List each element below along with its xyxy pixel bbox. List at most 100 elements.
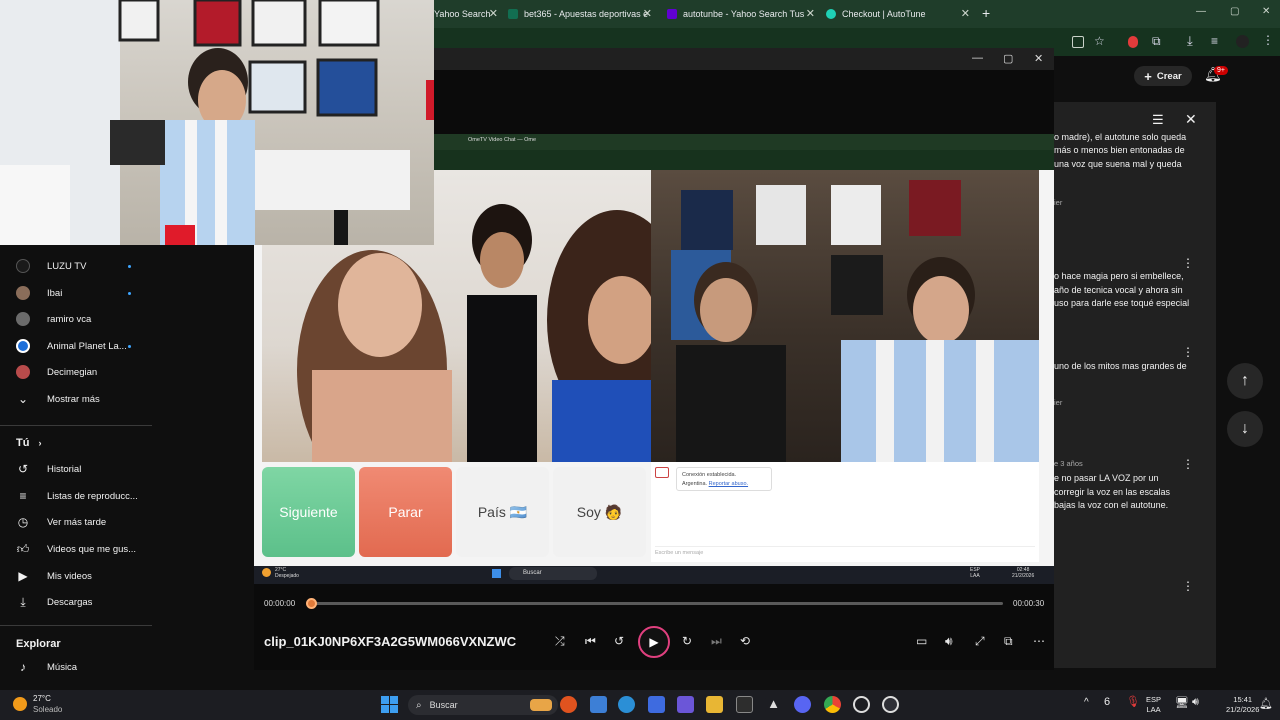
- country-button[interactable]: País 🇦🇷: [456, 467, 549, 557]
- copilot-icon[interactable]: [648, 696, 665, 713]
- create-button[interactable]: + Crear: [1134, 66, 1192, 86]
- repeat-off-icon[interactable]: ⟲: [740, 634, 750, 648]
- terminal-icon[interactable]: [736, 696, 753, 713]
- sidebar-item-music[interactable]: ♪ Música: [16, 658, 77, 676]
- media-player-taskbar-icon[interactable]: [882, 696, 899, 713]
- subscription-decimegian[interactable]: Decimegian: [16, 363, 97, 381]
- scroll-up-button[interactable]: ↑: [1227, 363, 1263, 399]
- chat-message-input[interactable]: Escribe un mensaje: [655, 546, 1035, 558]
- show-more-button[interactable]: ⌄ Mostrar más: [16, 390, 100, 408]
- sidebar-item-playlists[interactable]: ≡ Listas de reproducc...: [16, 487, 137, 505]
- reply-label[interactable]: ier: [1054, 198, 1062, 207]
- tab-autotunbe[interactable]: autotunbe - Yahoo Search Tus ✕: [667, 4, 815, 24]
- plus-icon: +: [1144, 68, 1152, 84]
- volume-icon[interactable]: 🔊︎: [1192, 696, 1199, 709]
- gender-button[interactable]: Soy 🧑: [553, 467, 646, 557]
- close-tab-icon[interactable]: ✕: [961, 7, 970, 20]
- fullscreen-icon[interactable]: ⤢: [975, 634, 985, 649]
- file-explorer-icon[interactable]: [706, 696, 723, 713]
- live-indicator: [128, 265, 131, 268]
- settings-gear-icon[interactable]: [853, 696, 870, 713]
- next-button[interactable]: Siguiente: [262, 467, 355, 557]
- sidebar-item-watch-later[interactable]: ◷ Ver más tarde: [16, 513, 106, 531]
- download-icon[interactable]: ⤓: [1187, 33, 1193, 49]
- forward-icon[interactable]: ↻: [682, 634, 692, 648]
- tab-checkout-autotune[interactable]: Checkout | AutoTune ✕: [826, 4, 970, 24]
- maximize-icon[interactable]: ▢: [1230, 6, 1239, 17]
- close-tab-icon[interactable]: ✕: [643, 7, 652, 20]
- edge-browser-icon[interactable]: [618, 696, 635, 713]
- comment-menu-icon[interactable]: ⋮: [1182, 579, 1194, 593]
- shuffle-icon[interactable]: ⤮: [555, 634, 565, 649]
- stop-button[interactable]: Parar: [359, 467, 452, 557]
- profile-avatar[interactable]: [1236, 35, 1249, 48]
- next-track-icon[interactable]: ⏭: [711, 634, 722, 649]
- chrome-icon[interactable]: [824, 696, 841, 713]
- play-button[interactable]: ▶: [638, 626, 670, 658]
- close-tab-icon[interactable]: ✕: [806, 7, 815, 20]
- microphone-icon[interactable]: 🎙︎: [1126, 695, 1140, 708]
- close-window-icon[interactable]: ✕: [1034, 52, 1043, 65]
- bet365-favicon-icon: [508, 9, 518, 19]
- own-camera-image: [671, 180, 1039, 462]
- report-abuse-link[interactable]: Reportar abuso.: [709, 481, 748, 487]
- close-tab-icon[interactable]: ✕: [489, 7, 498, 20]
- more-options-icon[interactable]: ⋯: [1033, 634, 1045, 648]
- volume-icon[interactable]: 🔊︎: [945, 634, 953, 649]
- sidebar-item-my-videos[interactable]: ▶ Mis videos: [16, 567, 92, 585]
- sidebar-item-history[interactable]: ↺ Historial: [16, 460, 81, 478]
- close-panel-icon[interactable]: ✕: [1185, 111, 1197, 128]
- maximize-icon[interactable]: ▢: [1003, 52, 1013, 65]
- language-indicator[interactable]: ESP LAA: [1146, 695, 1161, 715]
- mini-player-icon[interactable]: ⧉: [1004, 634, 1013, 649]
- discord-icon[interactable]: [794, 696, 811, 713]
- subscription-ramiro-vca[interactable]: ramiro vca: [16, 310, 91, 328]
- system-clock[interactable]: 15:41 21/2/2026: [1226, 695, 1259, 715]
- total-time: 00:00:30: [1013, 599, 1045, 608]
- taskbar-search-box[interactable]: ⌕ Buscar: [408, 695, 558, 715]
- show-hidden-icons-icon[interactable]: ^: [1084, 697, 1089, 708]
- notepad-icon[interactable]: [590, 696, 607, 713]
- seek-bar[interactable]: [311, 602, 1003, 605]
- close-window-icon[interactable]: ✕: [1262, 6, 1270, 17]
- windows-start-icon[interactable]: [381, 696, 398, 713]
- subscription-ibai[interactable]: Ibai: [16, 284, 62, 302]
- network-icon[interactable]: 🖥︎: [1175, 696, 1189, 709]
- rewind-icon[interactable]: ↺: [614, 634, 624, 648]
- minimize-icon[interactable]: —: [1196, 6, 1206, 17]
- sidebar-item-downloads[interactable]: ⤓ Descargas: [16, 593, 92, 611]
- subscription-luzu-tv[interactable]: LUZU TV: [16, 257, 86, 275]
- weather-sun-icon[interactable]: [13, 697, 27, 711]
- teams-icon[interactable]: [677, 696, 694, 713]
- new-tab-icon[interactable]: +: [982, 5, 990, 21]
- notifications-icon[interactable]: 🔔︎: [1259, 697, 1273, 710]
- reply-label[interactable]: ier: [1054, 398, 1062, 407]
- comment-menu-icon[interactable]: ⋮: [1182, 457, 1194, 471]
- tray-app-icon[interactable]: 6: [1104, 696, 1110, 708]
- sort-icon[interactable]: ☰: [1152, 112, 1164, 128]
- minimize-icon[interactable]: —: [972, 52, 983, 64]
- seek-handle[interactable]: [306, 598, 317, 609]
- app-triangle-icon[interactable]: ▲: [765, 696, 782, 713]
- tab-yahoo-search[interactable]: Yahoo Search ✕: [434, 4, 498, 24]
- sidebar-item-label: Ver más tarde: [47, 516, 107, 528]
- comment-menu-icon[interactable]: ⋮: [1182, 256, 1194, 270]
- tab-bet365[interactable]: bet365 - Apuestas deportivas e ✕: [508, 4, 652, 24]
- scroll-down-button[interactable]: ↓: [1227, 411, 1263, 447]
- subscription-label: Ibai: [47, 287, 63, 299]
- install-app-icon[interactable]: [1072, 36, 1084, 48]
- subtitles-icon[interactable]: ▭: [916, 634, 927, 648]
- sidebar-item-liked-videos[interactable]: 👍︎ Videos que me gus...: [16, 540, 136, 558]
- extension-red-icon[interactable]: [1128, 36, 1138, 48]
- comment-menu-icon[interactable]: ⋮: [1182, 345, 1194, 359]
- brave-browser-icon[interactable]: [560, 696, 577, 713]
- previous-icon[interactable]: ⏮: [585, 634, 596, 649]
- menu-kebab-icon[interactable]: ⋮: [1262, 33, 1274, 47]
- history-icon: ↺: [17, 462, 29, 476]
- you-section-link[interactable]: Tú ›: [16, 437, 42, 449]
- subscription-animal-planet[interactable]: Animal Planet La...: [16, 337, 127, 355]
- reading-list-icon[interactable]: ≡: [1211, 34, 1218, 48]
- bookmark-star-icon[interactable]: ☆: [1094, 34, 1105, 48]
- search-icon: ⌕: [416, 699, 422, 711]
- extensions-puzzle-icon[interactable]: ⧉: [1152, 34, 1161, 49]
